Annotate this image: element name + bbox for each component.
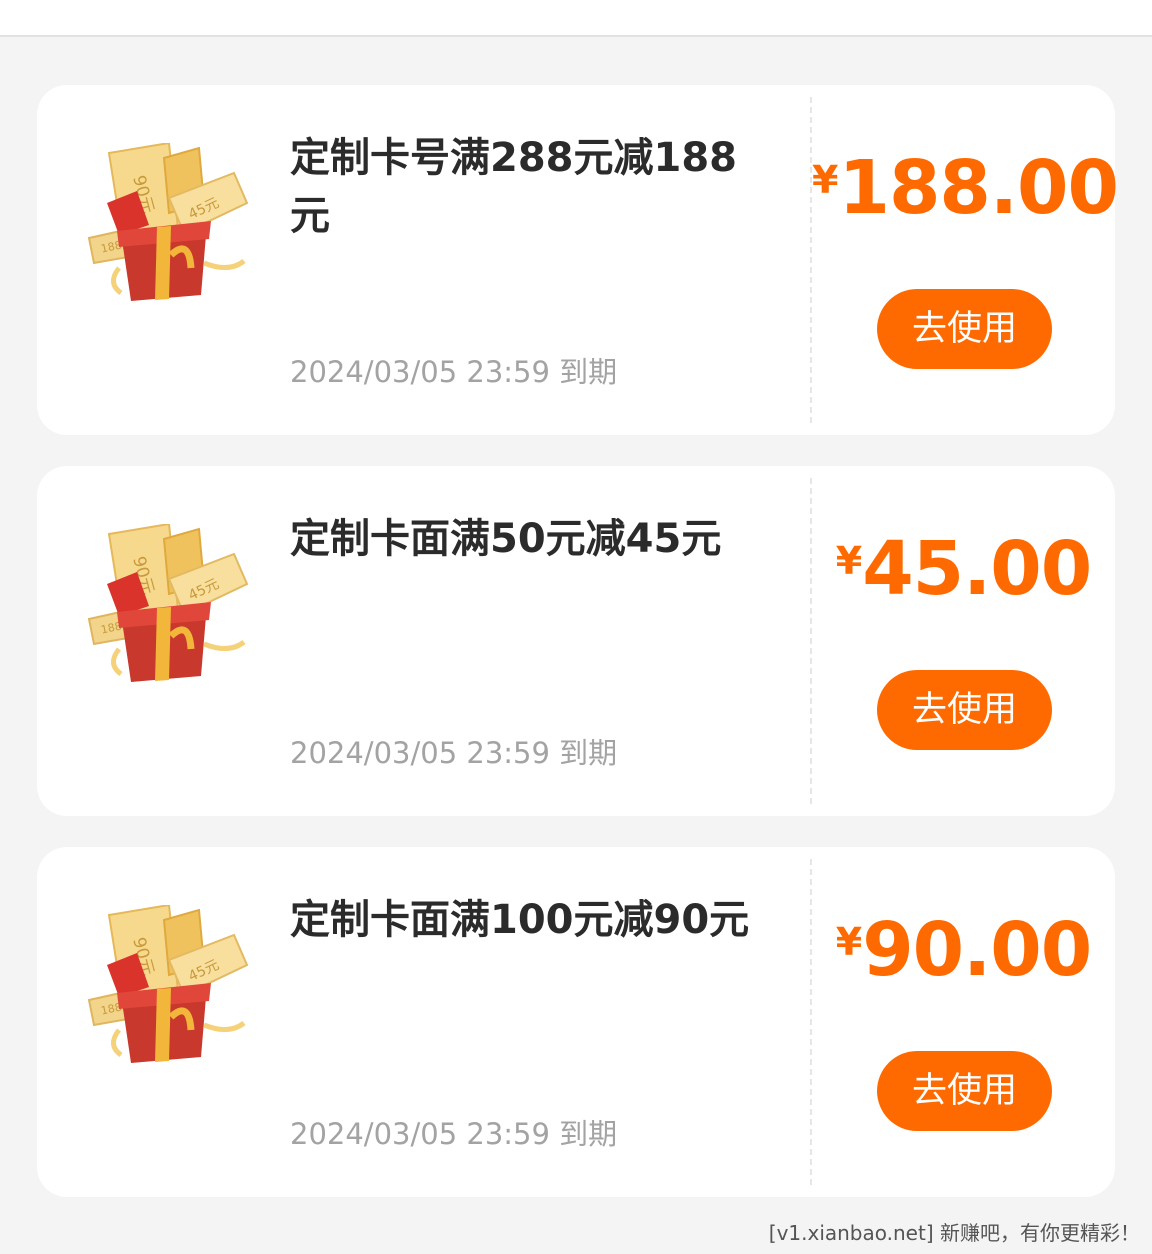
coupon-expiry: 2024/03/05 23:59 到期 xyxy=(290,1117,618,1151)
coupon-amount: 45.00 xyxy=(862,526,1092,612)
coupon-card: 188元 90元 45元 定制卡面满50元减45元 2024/03/05 23:… xyxy=(37,466,1115,816)
coupon-expiry: 2024/03/05 23:59 到期 xyxy=(290,355,618,389)
use-coupon-button[interactable]: 去使用 xyxy=(877,670,1052,750)
coupon-title: 定制卡面满50元减45元 xyxy=(290,516,722,562)
currency-symbol: ¥ xyxy=(835,920,863,964)
gift-box-coupons-icon: 188元 90元 45元 xyxy=(79,141,249,303)
coupon-title: 定制卡号满288元减188元 xyxy=(290,135,737,239)
gift-box-coupons-icon: 188元 90元 45元 xyxy=(79,903,249,1065)
coupon-price: ¥188.00 xyxy=(812,145,1119,231)
use-coupon-button[interactable]: 去使用 xyxy=(877,1051,1052,1131)
coupon-amount: 188.00 xyxy=(838,145,1119,231)
gift-box-coupons-icon: 188元 90元 45元 xyxy=(79,522,249,684)
coupon-title: 定制卡面满100元减90元 xyxy=(290,897,750,943)
coupon-price: ¥90.00 xyxy=(812,907,1115,993)
use-coupon-button[interactable]: 去使用 xyxy=(877,289,1052,369)
coupon-card: 188元 90元 45元 定制卡号满288元减188元 2024/03/05 2… xyxy=(37,85,1119,435)
coupon-card: 188元 90元 45元 定制卡面满100元减90元 2024/03/05 23… xyxy=(37,847,1115,1197)
coupon-amount: 90.00 xyxy=(862,907,1092,993)
currency-symbol: ¥ xyxy=(835,539,863,583)
coupon-expiry: 2024/03/05 23:59 到期 xyxy=(290,736,618,770)
watermark-text: [v1.xianbao.net] 新赚吧，有你更精彩！ xyxy=(768,1221,1140,1245)
currency-symbol: ¥ xyxy=(812,158,839,202)
top-bar xyxy=(0,0,1152,37)
coupon-price: ¥45.00 xyxy=(812,526,1115,612)
